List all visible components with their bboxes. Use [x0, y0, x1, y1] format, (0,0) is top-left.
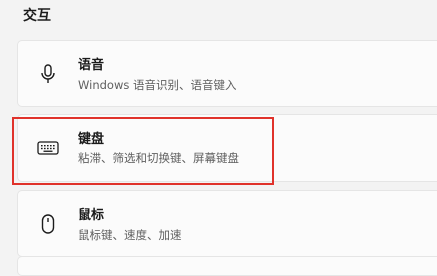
mouse-title: 鼠标: [78, 208, 105, 223]
microphone-icon: [36, 62, 60, 86]
mouse-settings-card[interactable]: 鼠标 鼠标键、速度、加速: [17, 190, 437, 257]
speech-title: 语音: [78, 58, 105, 73]
keyboard-icon: [36, 136, 60, 160]
speech-settings-card[interactable]: 语音 Windows 语音识别、语音键入: [17, 40, 437, 107]
keyboard-subtitle: 粘滞、筛选和切换键、屏幕键盘: [78, 151, 239, 165]
keyboard-settings-card[interactable]: 键盘 粘滞、筛选和切换键、屏幕键盘: [17, 114, 437, 182]
mouse-icon: [36, 212, 60, 236]
mouse-subtitle: 鼠标键、速度、加速: [78, 228, 182, 242]
section-title: 交互: [23, 8, 51, 24]
next-settings-card[interactable]: [17, 256, 437, 276]
keyboard-title: 键盘: [78, 132, 105, 147]
speech-subtitle: Windows 语音识别、语音键入: [78, 78, 237, 92]
